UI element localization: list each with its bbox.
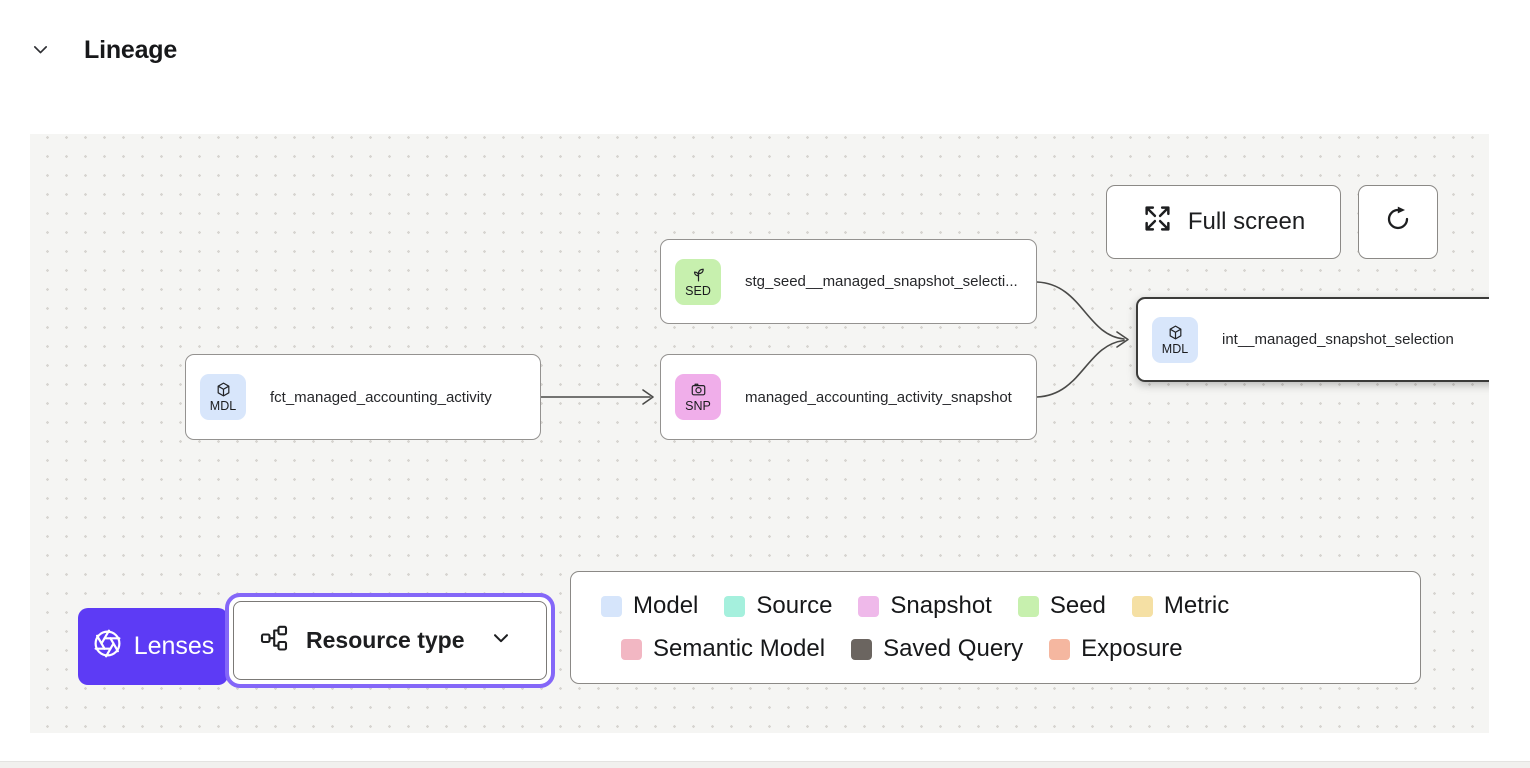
page-title: Lineage <box>84 36 177 65</box>
lineage-header: Lineage <box>28 36 177 65</box>
node-label: managed_accounting_activity_snapshot <box>745 389 1012 406</box>
node-managed-accounting-activity-snapshot[interactable]: SNP managed_accounting_activity_snapshot <box>660 354 1037 440</box>
legend-label: Saved Query <box>883 635 1023 663</box>
legend: Model Source Snapshot Seed Metric S <box>570 571 1421 684</box>
lenses-label: Lenses <box>134 632 215 661</box>
full-screen-label: Full screen <box>1188 208 1305 236</box>
collapse-section-button[interactable] <box>28 39 52 63</box>
snapshot-swatch <box>858 596 879 617</box>
legend-item-exposure: Exposure <box>1049 635 1182 663</box>
refresh-button[interactable] <box>1358 185 1438 259</box>
node-label: int__managed_snapshot_selection <box>1222 331 1454 348</box>
model-swatch <box>601 596 622 617</box>
chevron-down-icon <box>30 39 51 63</box>
full-screen-button[interactable]: Full screen <box>1106 185 1341 259</box>
saved-query-swatch <box>851 639 872 660</box>
legend-label: Source <box>756 592 832 620</box>
metric-swatch <box>1132 596 1153 617</box>
seed-swatch <box>1018 596 1039 617</box>
seed-badge: SED <box>675 259 721 305</box>
badge-label: SNP <box>685 400 711 413</box>
source-swatch <box>724 596 745 617</box>
resource-type-label: Resource type <box>306 627 465 654</box>
legend-row: Semantic Model Saved Query Exposure <box>621 635 1390 663</box>
node-label: fct_managed_accounting_activity <box>270 389 492 406</box>
legend-row: Model Source Snapshot Seed Metric <box>601 592 1390 620</box>
node-fct-managed-accounting-activity[interactable]: MDL fct_managed_accounting_activity <box>185 354 541 440</box>
legend-label: Exposure <box>1081 635 1182 663</box>
legend-item-saved-query: Saved Query <box>851 635 1023 663</box>
model-badge: MDL <box>200 374 246 420</box>
legend-item-model: Model <box>601 592 698 620</box>
legend-item-metric: Metric <box>1132 592 1229 620</box>
legend-label: Seed <box>1050 592 1106 620</box>
legend-label: Model <box>633 592 698 620</box>
lenses-button[interactable]: Lenses <box>78 608 228 685</box>
legend-item-source: Source <box>724 592 832 620</box>
legend-item-snapshot: Snapshot <box>858 592 991 620</box>
legend-item-seed: Seed <box>1018 592 1106 620</box>
legend-item-semantic-model: Semantic Model <box>621 635 825 663</box>
resource-graph-icon <box>259 623 289 659</box>
lineage-canvas[interactable]: Full screen SED stg_seed__managed_snapsh… <box>30 134 1489 733</box>
exposure-swatch <box>1049 639 1070 660</box>
badge-label: MDL <box>1162 343 1188 356</box>
section-divider <box>0 761 1530 768</box>
cube-icon <box>1167 324 1184 341</box>
cube-icon <box>215 381 232 398</box>
legend-label: Semantic Model <box>653 635 825 663</box>
refresh-icon <box>1383 204 1413 241</box>
legend-label: Metric <box>1164 592 1229 620</box>
badge-label: SED <box>685 285 711 298</box>
node-stg-seed[interactable]: SED stg_seed__managed_snapshot_selecti..… <box>660 239 1037 324</box>
camera-icon <box>690 381 707 398</box>
snapshot-badge: SNP <box>675 374 721 420</box>
resource-type-focus-ring: Resource type <box>225 593 555 688</box>
node-int-managed-snapshot-selection[interactable]: MDL int__managed_snapshot_selection <box>1136 297 1489 382</box>
aperture-icon <box>92 628 123 666</box>
node-label: stg_seed__managed_snapshot_selecti... <box>745 273 1018 290</box>
chevron-down-icon <box>490 627 512 655</box>
badge-label: MDL <box>210 400 236 413</box>
seed-icon <box>690 266 707 283</box>
semantic-model-swatch <box>621 639 642 660</box>
model-badge: MDL <box>1152 317 1198 363</box>
expand-arrows-icon <box>1142 203 1173 241</box>
resource-type-dropdown[interactable]: Resource type <box>233 601 547 680</box>
legend-label: Snapshot <box>890 592 991 620</box>
